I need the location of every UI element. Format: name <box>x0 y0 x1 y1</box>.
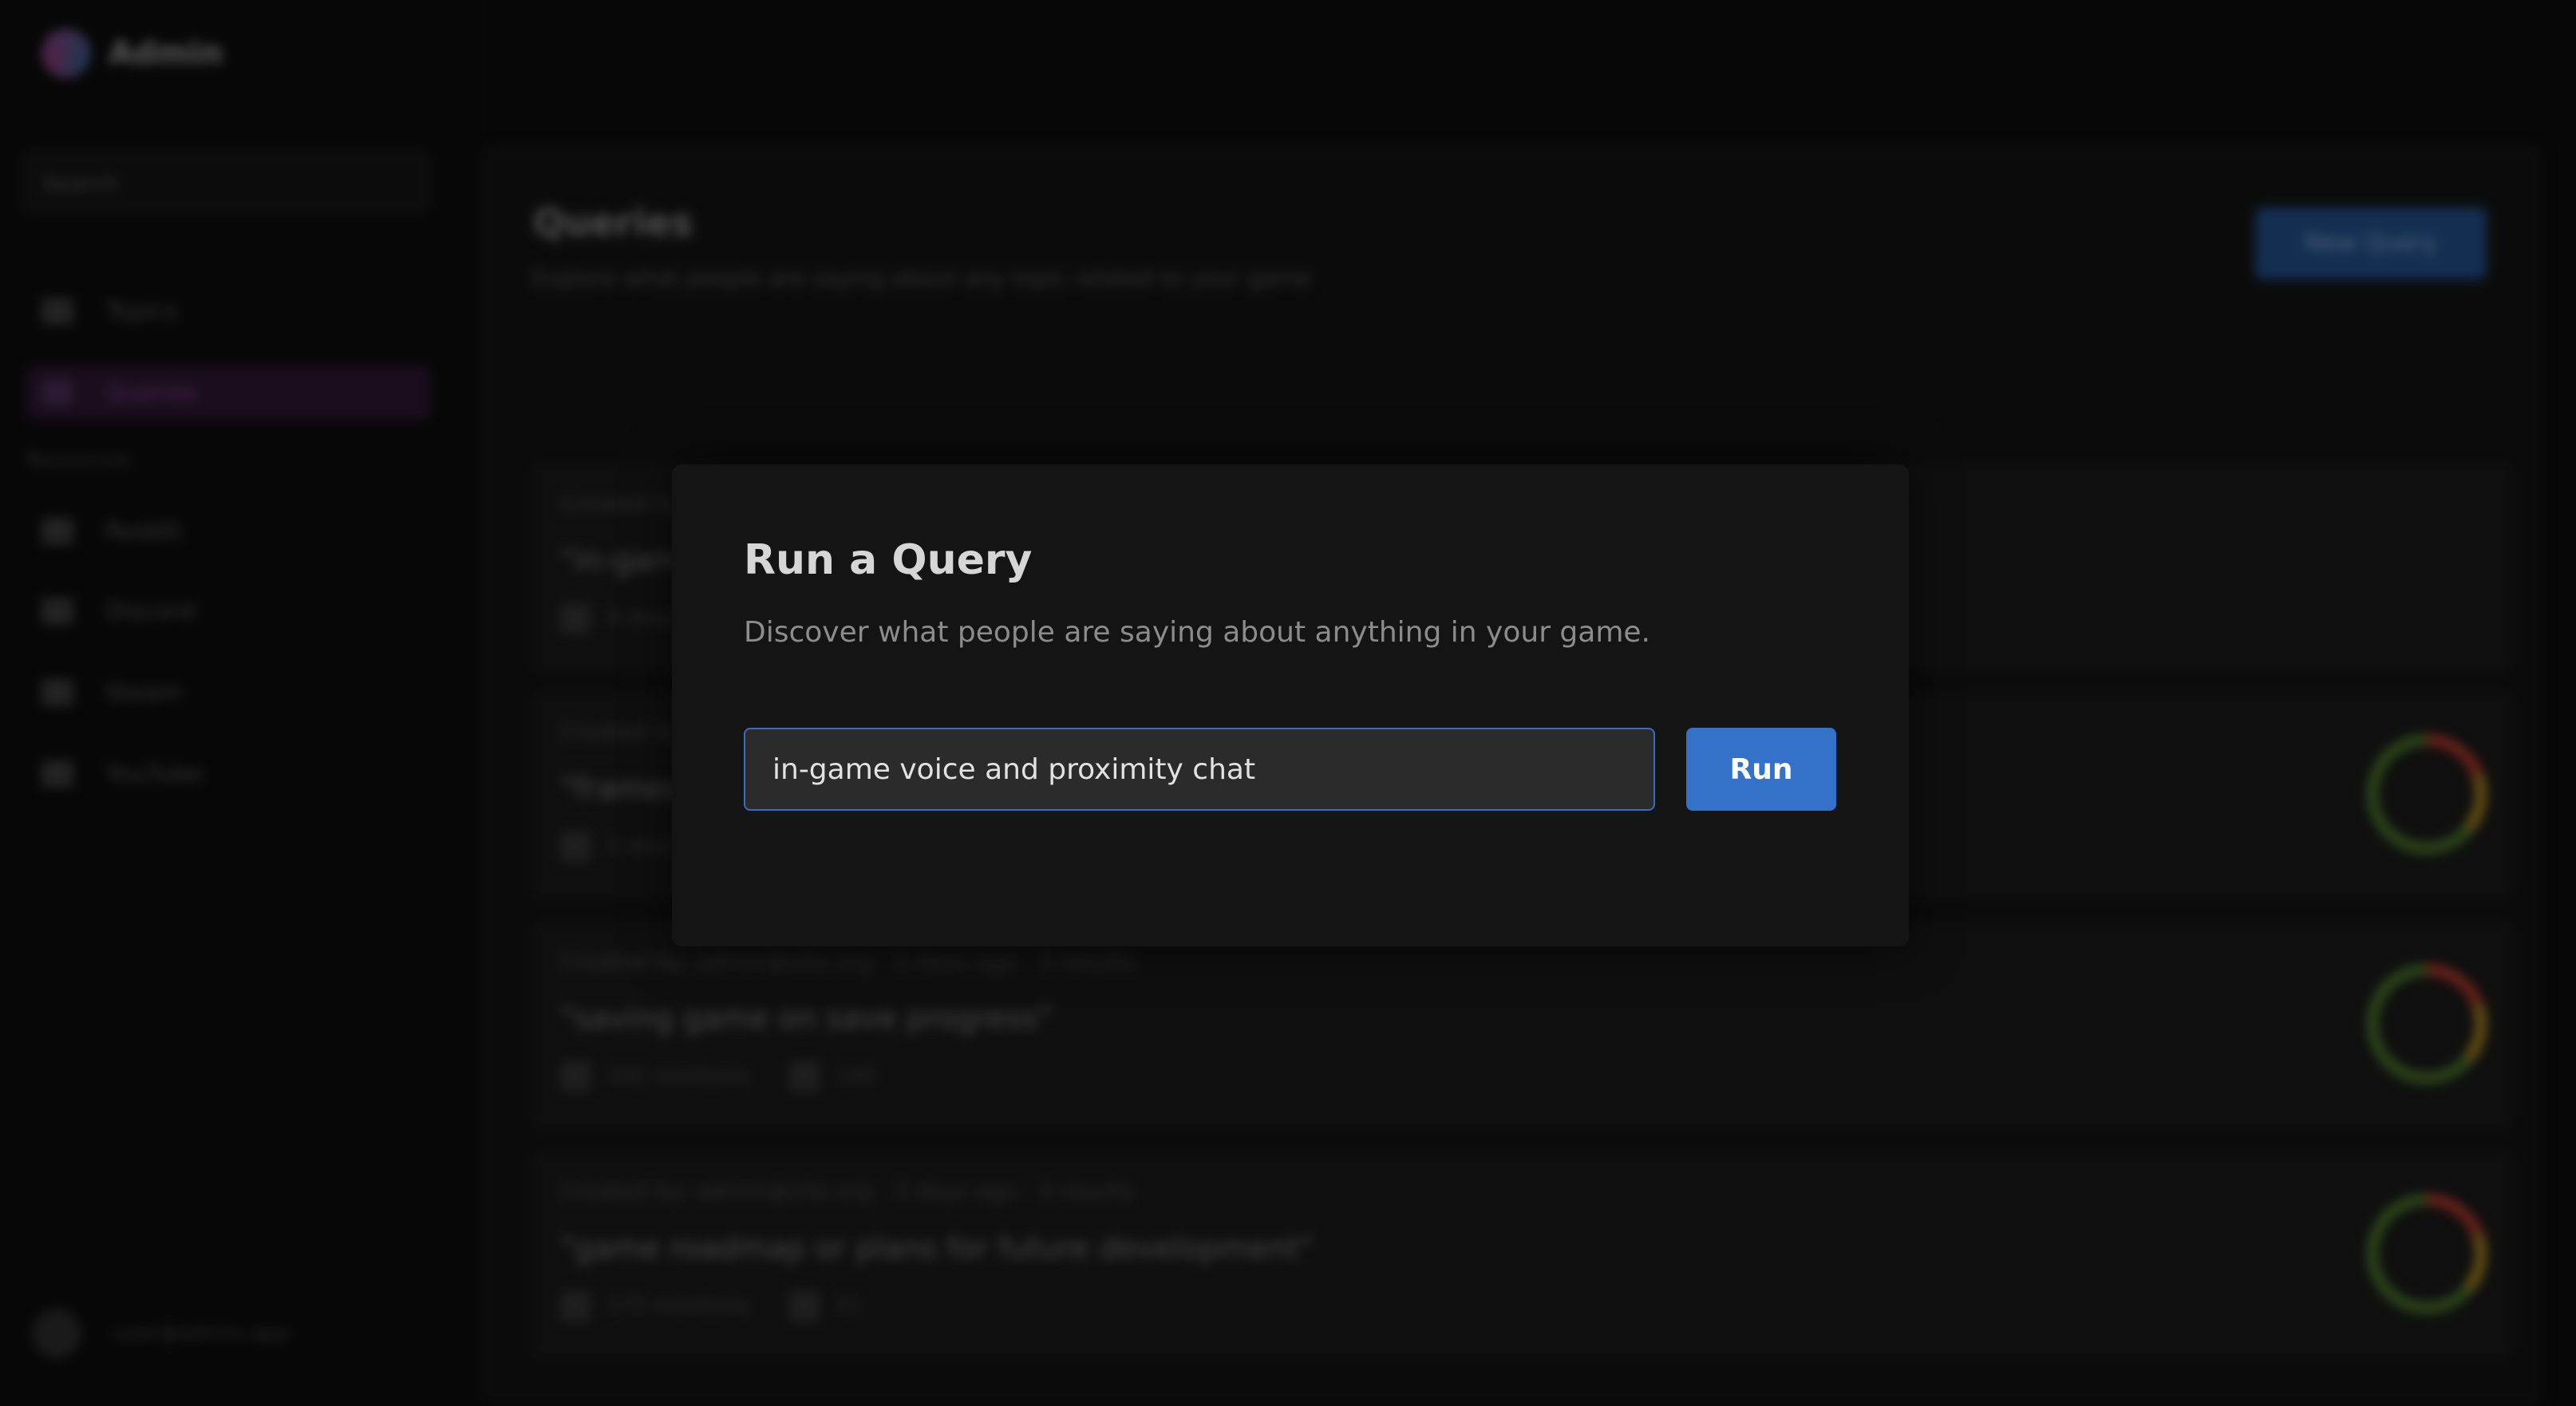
sidebar-item-queries[interactable]: Queries <box>26 365 431 420</box>
query-icon <box>41 379 73 406</box>
sidebar-item-label: Steam <box>105 678 183 707</box>
card-title: "frames <box>560 771 680 806</box>
app-root: Admin Search Topics Queries Resources Re… <box>0 0 2576 1406</box>
card-meta: Created by: admin@site.org · 3 days ago … <box>560 948 1135 974</box>
sidebar-item-youtube[interactable]: YouTube <box>26 747 431 801</box>
modal-title: Run a Query <box>744 536 1033 584</box>
card-stat-mentions: 342 mentions <box>606 1064 750 1088</box>
card-meta: Created by: admin@site.org · 3 days ago … <box>560 1178 1135 1204</box>
card-title: "game roadmap or plans for future develo… <box>560 1230 1314 1266</box>
sidebar-section-label: Resources <box>26 448 132 472</box>
sidebar-item-label: Reddit <box>105 517 183 546</box>
comment-icon <box>560 831 591 862</box>
user-icon <box>789 1291 820 1321</box>
app-name: Admin <box>109 35 223 72</box>
modal-description: Discover what people are saying about an… <box>744 616 1651 649</box>
sidebar-item-discord[interactable]: Discord <box>26 584 431 638</box>
comment-icon <box>560 1061 591 1092</box>
sidebar-item-topics[interactable]: Topics <box>26 284 431 338</box>
card-stats: 1 result <box>560 831 685 862</box>
sidebar-item-label: Topics <box>105 297 179 326</box>
sidebar-item-label: YouTube <box>105 760 203 788</box>
run-button[interactable]: Run <box>1686 728 1836 811</box>
page-subtitle: Explore what people are saying about any… <box>533 265 1311 291</box>
sidebar: Admin Search Topics Queries Resources Re… <box>0 0 471 1406</box>
sidebar-item-label: Queries <box>105 378 198 407</box>
query-card[interactable]: Created by: admin@site.org · 3 days ago … <box>533 924 2511 1128</box>
reddit-icon <box>41 518 73 545</box>
sentiment-ring <box>2367 734 2487 854</box>
sidebar-footer[interactable]: user@admin.app <box>32 1309 290 1358</box>
run-query-modal: Run a Query Discover what people are say… <box>672 464 1909 946</box>
sentiment-ring <box>2367 964 2487 1084</box>
avatar <box>32 1309 81 1358</box>
discord-icon <box>41 598 73 625</box>
card-meta: Created by <box>560 490 684 516</box>
query-input[interactable] <box>744 728 1655 811</box>
card-title: "saving game on save progress" <box>560 1001 1052 1036</box>
query-card[interactable]: Created by: admin@site.org · 3 days ago … <box>533 1154 2511 1357</box>
card-stats: 175 mentions 51 <box>560 1291 862 1321</box>
logo-icon <box>41 29 91 78</box>
sidebar-item-steam[interactable]: Steam <box>26 665 431 720</box>
page-title: Queries <box>533 201 693 244</box>
card-meta: Created by <box>560 718 684 744</box>
card-stats: 342 mentions 140 <box>560 1061 875 1092</box>
comment-icon <box>560 1291 591 1321</box>
user-icon <box>789 1061 820 1092</box>
youtube-icon <box>41 760 73 788</box>
sidebar-item-label: Discord <box>105 597 196 626</box>
sentiment-ring <box>2367 1194 2487 1313</box>
steam-icon <box>41 679 73 706</box>
comment-icon <box>560 603 591 634</box>
grid-icon <box>41 298 73 325</box>
footer-user: user@admin.app <box>113 1321 290 1345</box>
logo[interactable]: Admin <box>41 29 223 78</box>
card-stat-users: 140 <box>836 1064 875 1088</box>
sidebar-item-reddit[interactable]: Reddit <box>26 504 431 559</box>
new-query-button[interactable]: New Query <box>2255 207 2487 279</box>
card-stat-mentions: 175 mentions <box>606 1293 750 1318</box>
card-stat-users: 51 <box>836 1293 863 1318</box>
sidebar-search-input[interactable]: Search <box>22 152 429 212</box>
